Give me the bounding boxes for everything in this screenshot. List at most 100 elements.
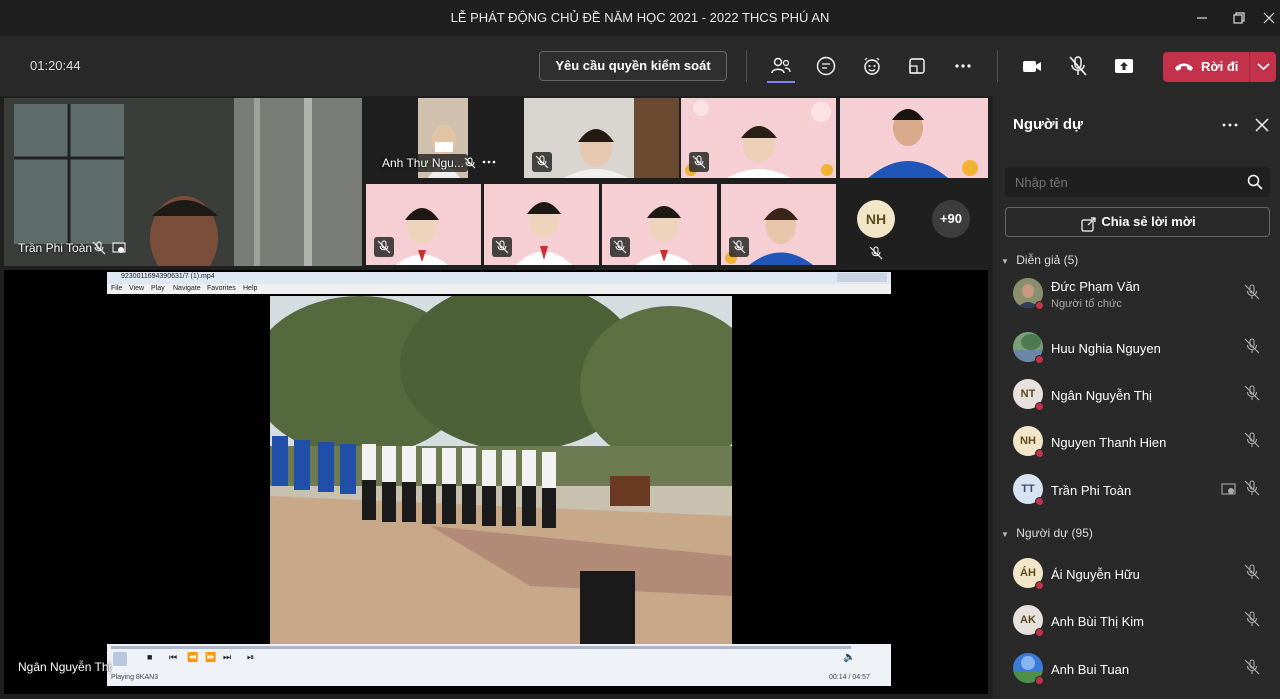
muted-mic-icon [464, 156, 476, 174]
video-stage: Trần Phi Toàn Anh Thư Ngu... NH +90 9230… [0, 96, 992, 699]
participant-name: Trần Phi Toàn [1051, 483, 1132, 498]
participant-tile[interactable] [524, 98, 679, 178]
seek-bar[interactable] [111, 646, 851, 649]
status-badge [1035, 581, 1044, 590]
share-invite-button[interactable]: Chia sẻ lời mời [1005, 207, 1270, 237]
sharing-icon [1221, 481, 1237, 502]
participant-name: Ngân Nguyễn Thị [1051, 388, 1152, 403]
step-icon[interactable]: ⏯ [247, 652, 254, 663]
meeting-timer: 01:20:44 [30, 58, 81, 73]
player-title-bar: 9230011694390631/7 (1).mp4 [107, 272, 891, 284]
media-player-window: 9230011694390631/7 (1).mp4 File View Pla… [107, 272, 891, 686]
participant-row[interactable]: Đức Phạm Văn Người tổ chức [993, 271, 1280, 317]
search-input[interactable] [1005, 167, 1235, 197]
attendees-section-header[interactable]: ▼ Người dự (95) [1001, 526, 1093, 540]
muted-mic-icon [374, 237, 394, 257]
muted-mic-icon [1243, 563, 1261, 581]
participant-tile[interactable] [681, 98, 836, 178]
presenters-section-header[interactable]: ▼ Diễn giả (5) [1001, 253, 1078, 267]
window-title: LỄ PHÁT ĐỘNG CHỦ ĐỀ NĂM HỌC 2021 - 2022 … [450, 10, 830, 25]
player-window-controls-icon[interactable] [837, 273, 887, 282]
muted-mic-icon [1243, 479, 1261, 497]
status-badge [1035, 676, 1044, 685]
menu-play[interactable]: Play [151, 285, 165, 292]
participants-icon[interactable] [767, 54, 795, 83]
menu-favorites[interactable]: Favorites [207, 285, 236, 292]
chat-icon[interactable] [814, 54, 838, 78]
reactions-icon[interactable] [860, 54, 884, 78]
avatar[interactable]: NH [857, 200, 895, 238]
muted-mic-icon [92, 241, 106, 260]
share-screen-icon[interactable] [1112, 54, 1136, 78]
menu-file[interactable]: File [111, 285, 122, 292]
participant-tile[interactable] [840, 98, 988, 178]
muted-mic-icon [532, 152, 552, 172]
participant-row[interactable]: AK Anh Bùi Thị Kim [993, 598, 1280, 644]
status-badge [1035, 301, 1044, 310]
muted-mic-icon [689, 152, 709, 172]
participant-row[interactable]: TT Trần Phi Toàn [993, 467, 1280, 513]
chevron-down-icon: ▼ [1001, 530, 1009, 539]
participant-tile-tran-phi-toan[interactable]: Trần Phi Toàn [4, 98, 362, 266]
more-options-icon[interactable] [951, 54, 975, 78]
close-panel-icon[interactable] [1253, 116, 1271, 139]
participant-tile[interactable] [484, 184, 599, 265]
search-icon[interactable] [1247, 174, 1263, 195]
muted-mic-icon [1243, 384, 1261, 402]
player-filename: 9230011694390631/7 (1).mp4 [121, 273, 215, 280]
more-options-icon[interactable] [481, 155, 497, 173]
stop-icon[interactable]: ■ [147, 652, 152, 662]
participant-tile[interactable] [721, 184, 836, 265]
muted-mic-icon [729, 237, 749, 257]
menu-help[interactable]: Help [243, 285, 257, 292]
muted-mic-icon [492, 237, 512, 257]
participant-name: Huu Nghia Nguyen [1051, 341, 1161, 356]
active-tab-indicator [767, 81, 795, 83]
fast-forward-icon[interactable]: ⏩ [205, 652, 216, 663]
previous-icon[interactable]: ⏮ [169, 652, 177, 663]
participant-video [840, 98, 988, 178]
participant-tile[interactable] [602, 184, 717, 265]
participant-row[interactable]: Anh Bui Tuan [993, 646, 1280, 692]
participant-row[interactable]: ÁH Ái Nguyễn Hữu [993, 551, 1280, 597]
minimize-icon[interactable] [1190, 6, 1214, 30]
participant-row[interactable]: NT Ngân Nguyễn Thị [993, 372, 1280, 418]
menu-navigate[interactable]: Navigate [173, 285, 201, 292]
status-badge [1035, 355, 1044, 364]
participant-tile[interactable] [366, 184, 481, 265]
leave-options-chevron-icon[interactable] [1249, 52, 1276, 82]
rewind-icon[interactable]: ⏪ [187, 652, 198, 663]
participant-row[interactable]: NH Nguyen Thanh Hien [993, 419, 1280, 465]
muted-mic-icon [1243, 337, 1261, 355]
meeting-toolbar: 01:20:44 Yêu cầu quyền kiểm soát Rời đi [0, 36, 1280, 96]
muted-mic-icon [610, 237, 630, 257]
player-menu-bar: File View Play Navigate Favorites Help [107, 284, 891, 294]
request-control-button[interactable]: Yêu cầu quyền kiểm soát [539, 51, 727, 81]
play-pause-icon[interactable] [113, 652, 127, 666]
participant-name: Anh Thư Ngu... [378, 154, 468, 172]
microphone-muted-icon[interactable] [1066, 54, 1090, 78]
sharing-icon [112, 241, 126, 260]
participant-name: Anh Bui Tuan [1051, 662, 1130, 677]
next-icon[interactable]: ⏭ [223, 652, 231, 663]
status-badge [1035, 402, 1044, 411]
panel-more-icon[interactable] [1221, 116, 1239, 139]
leave-label: Rời đi [1201, 59, 1239, 74]
close-window-icon[interactable] [1257, 6, 1280, 30]
share-icon [1081, 214, 1097, 242]
volume-icon[interactable]: 🔈 [843, 652, 855, 663]
restore-icon[interactable] [1227, 6, 1251, 30]
participant-name: Nguyen Thanh Hien [1051, 435, 1167, 450]
phone-hangup-icon [1173, 57, 1195, 88]
toolbar-divider [746, 50, 747, 82]
leave-button[interactable]: Rời đi [1163, 52, 1249, 82]
participant-role: Người tổ chức [1051, 298, 1122, 310]
participant-name: Anh Bùi Thị Kim [1051, 614, 1144, 629]
menu-view[interactable]: View [129, 285, 144, 292]
player-controls: ■ ⏮ ⏪ ⏩ ⏭ ⏯ 🔈 Playing 8KAN3 00:14 / 04:5… [107, 644, 891, 686]
overflow-participants-button[interactable]: +90 [932, 200, 970, 238]
view-switcher-icon[interactable] [905, 54, 929, 78]
camera-icon[interactable] [1020, 54, 1044, 78]
muted-mic-icon [1243, 431, 1261, 449]
participant-row[interactable]: Huu Nghia Nguyen [993, 325, 1280, 371]
